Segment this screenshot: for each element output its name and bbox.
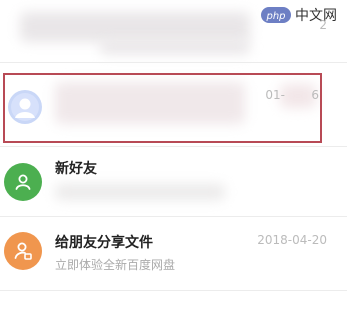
row-title: 新好友 <box>55 161 97 177</box>
share-files-row[interactable]: 给朋友分享文件 立即体验全新百度网盘 2018-04-20 <box>0 218 347 290</box>
new-friend-icon <box>4 163 42 201</box>
new-friends-row[interactable]: 新好友 <box>0 146 347 216</box>
row-date: 2 <box>319 18 327 32</box>
blurred-content <box>55 184 225 200</box>
blurred-content <box>20 12 250 42</box>
conversation-row[interactable]: 2 <box>0 0 347 70</box>
row-title: 给朋友分享文件 <box>55 235 153 251</box>
share-user-icon <box>4 232 42 270</box>
divider <box>0 216 347 217</box>
highlight-box <box>3 73 322 143</box>
row-subtitle: 立即体验全新百度网盘 <box>55 258 176 272</box>
divider <box>0 62 347 63</box>
row-date: 2018-04-20 <box>257 233 327 247</box>
blurred-content <box>100 40 250 54</box>
divider <box>0 290 347 291</box>
